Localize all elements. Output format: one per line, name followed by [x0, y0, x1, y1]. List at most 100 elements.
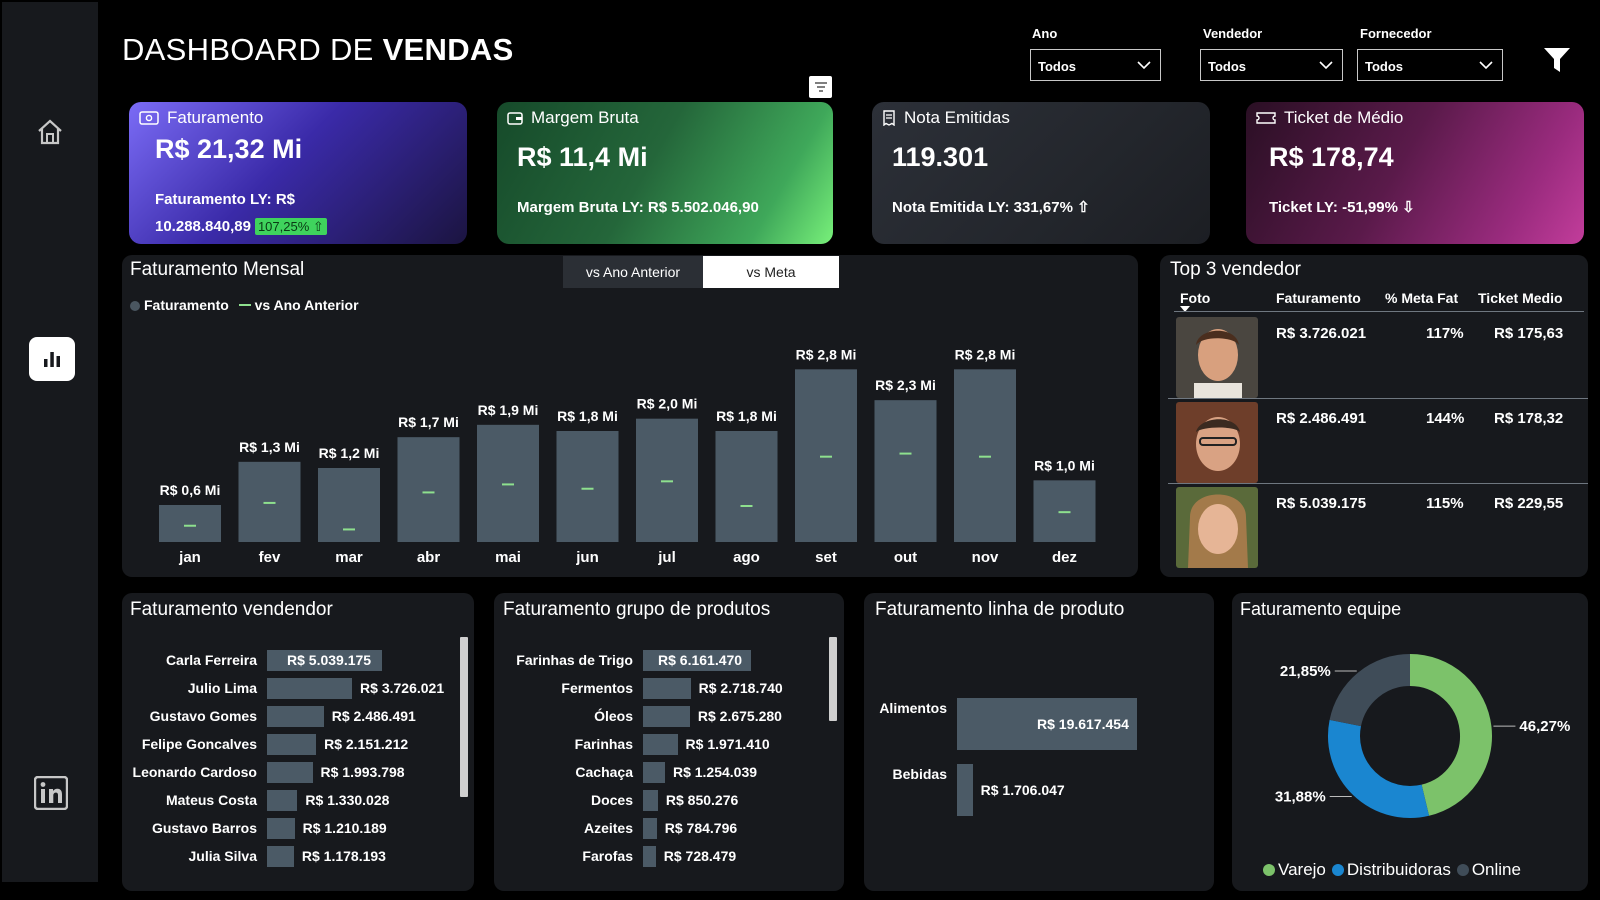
home-icon[interactable]: [32, 114, 68, 150]
legend-item: vs Ano Anterior: [254, 297, 359, 313]
toggle-vs-meta[interactable]: vs Meta: [703, 256, 839, 288]
slice-online[interactable]: [1329, 654, 1411, 727]
kpi-card-notas: Nota Emitidas 119.301 Nota Emitida LY: 3…: [872, 102, 1210, 244]
bar[interactable]: [267, 818, 295, 839]
grupo-scrollbar[interactable]: [829, 637, 837, 721]
bar[interactable]: [267, 678, 353, 699]
bar-label: Fermentos: [561, 680, 633, 696]
bar-jul[interactable]: [636, 418, 698, 542]
data-label: R$ 19.617.454: [1037, 716, 1129, 732]
tick-label: mai: [495, 549, 521, 566]
data-label: R$ 1.330.028: [305, 792, 390, 808]
bar-label: Julia Silva: [188, 848, 257, 864]
dropdown-vendedor[interactable]: Todos: [1200, 49, 1343, 81]
kpi-ly: Margem Bruta LY: R$ 5.502.046,90: [517, 199, 759, 216]
bar-dez[interactable]: [1033, 480, 1096, 542]
monthly-chart-title: Faturamento Mensal: [130, 259, 305, 280]
bar[interactable]: [957, 764, 973, 816]
bar[interactable]: [267, 790, 298, 811]
bar-abr[interactable]: [397, 437, 460, 542]
header-divider: [1174, 311, 1584, 312]
tick-label: jan: [178, 549, 201, 566]
data-label: R$ 1.706.047: [980, 782, 1065, 798]
data-label: R$ 1,3 Mi: [239, 439, 300, 455]
slice-varejo[interactable]: [1409, 654, 1492, 816]
legend-item: Distribuidoras: [1331, 860, 1451, 880]
data-label: R$ 2.151.212: [324, 736, 409, 752]
marker-mai: [502, 483, 514, 486]
data-label: R$ 784.796: [664, 820, 738, 836]
bar[interactable]: [643, 762, 665, 783]
bar-label: Mateus Costa: [165, 792, 257, 808]
bar-label: Bebidas: [892, 766, 947, 782]
bar-label: Cachaça: [575, 764, 633, 780]
bar-mar[interactable]: [318, 468, 380, 542]
bar[interactable]: [643, 678, 691, 699]
filter-label-fornecedor: Fornecedor: [1360, 26, 1432, 41]
data-label: R$ 2,3 Mi: [875, 377, 936, 393]
vendedor-scrollbar[interactable]: [460, 637, 468, 797]
bar[interactable]: [267, 706, 324, 727]
table-row[interactable]: R$ 3.726.021 117% R$ 175,63: [1168, 315, 1588, 399]
col-header-ticket[interactable]: Ticket Medio: [1478, 290, 1563, 306]
bar-out[interactable]: [874, 400, 937, 542]
dropdown-ano[interactable]: Todos: [1030, 49, 1161, 81]
bar[interactable]: [643, 846, 656, 867]
chevron-down-icon: [1319, 61, 1333, 70]
data-label: R$ 1,8 Mi: [557, 408, 618, 424]
data-label: R$ 1.178.193: [301, 848, 386, 864]
bar[interactable]: [643, 790, 658, 811]
data-label: R$ 2.675.280: [697, 708, 782, 724]
linha-title: Faturamento linha de produto: [875, 599, 1125, 620]
legend-dot-icon: [130, 301, 140, 311]
linkedin-icon[interactable]: [32, 774, 70, 812]
bar-chart-icon[interactable]: [29, 337, 75, 381]
clear-filters-funnel-icon[interactable]: [1542, 46, 1572, 74]
marker-mar: [343, 528, 355, 531]
kpi-ly: Nota Emitida LY: 331,67% ⇧: [892, 199, 1090, 216]
seller-photo: [1176, 402, 1258, 483]
legend-dot-icon: [1331, 864, 1344, 876]
kpi-value: R$ 21,32 Mi: [155, 134, 303, 164]
bar[interactable]: [643, 706, 690, 727]
seller-photo: [1176, 487, 1258, 568]
bar[interactable]: [267, 846, 294, 867]
filter-label-ano: Ano: [1032, 26, 1058, 41]
growth-badge: 107,25% ⇧: [254, 218, 327, 235]
bar[interactable]: [643, 734, 678, 755]
bar-jan[interactable]: [159, 505, 221, 542]
table-row[interactable]: R$ 5.039.175 115% R$ 229,55: [1168, 485, 1588, 569]
slice-distribuidoras[interactable]: [1328, 719, 1430, 818]
kpi-ly-line1: Faturamento LY: R$: [155, 191, 296, 208]
tick-label: jul: [657, 549, 676, 566]
col-header-meta[interactable]: % Meta Fat: [1385, 290, 1458, 306]
table-row[interactable]: R$ 2.486.491 144% R$ 178,32: [1168, 400, 1588, 484]
kpi-label: Margem Bruta: [531, 108, 639, 127]
cell-ticket: R$ 175,63: [1494, 325, 1564, 342]
bar-jun[interactable]: [556, 431, 619, 542]
focus-mode-icon[interactable]: [809, 76, 832, 98]
grupo-title: Faturamento grupo de produtos: [503, 599, 771, 620]
dropdown-fornecedor[interactable]: Todos: [1357, 49, 1503, 81]
monthly-bar-chart: R$ 0,6 Mi jan R$ 1,3 Mi fev R$ 1,2 Mi mar R$ 1…: [159, 346, 1096, 566]
bar-ago[interactable]: [715, 431, 778, 542]
toggle-vs-ano-anterior[interactable]: vs Ano Anterior: [563, 256, 703, 288]
seller-photo: [1176, 317, 1258, 398]
col-header-foto[interactable]: Foto: [1180, 290, 1210, 306]
filter-label-vendedor: Vendedor: [1203, 26, 1263, 41]
data-label: 31,88%: [1275, 788, 1326, 805]
col-header-faturamento[interactable]: Faturamento: [1276, 290, 1361, 306]
bar-label: Gustavo Barros: [151, 820, 257, 836]
kpi-ly: Ticket LY: -51,99% ⇩: [1269, 199, 1415, 216]
bar[interactable]: [267, 762, 313, 783]
bar-label: Farofas: [582, 848, 633, 864]
kpi-value: R$ 178,74: [1269, 142, 1394, 172]
cell-faturamento: R$ 3.726.021: [1276, 325, 1367, 342]
bar[interactable]: [643, 818, 657, 839]
kpi-label: Nota Emitidas: [904, 108, 1010, 127]
bar-label: Azeites: [583, 820, 633, 836]
vendedor-title: Faturamento vendendor: [130, 599, 333, 620]
bar-fev[interactable]: [238, 461, 301, 542]
bar-label: Farinhas de Trigo: [516, 652, 633, 668]
bar[interactable]: [267, 734, 317, 755]
